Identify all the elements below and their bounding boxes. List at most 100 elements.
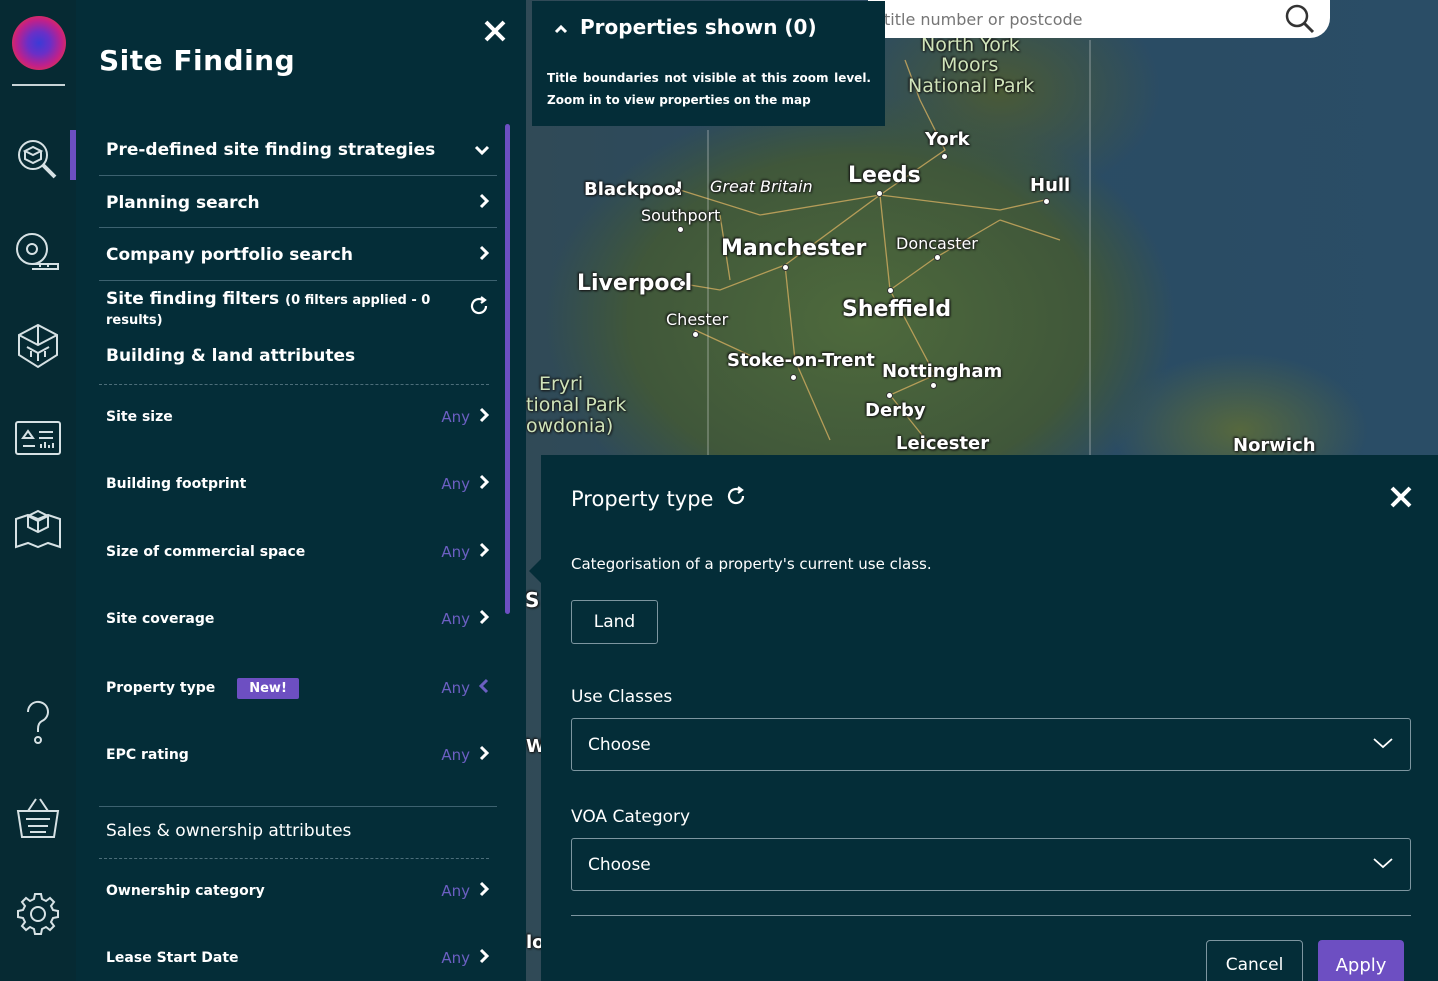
site-finding-nav[interactable] xyxy=(0,130,76,190)
divider xyxy=(12,84,65,86)
zoom-message: Title boundaries not visible at this zoo… xyxy=(547,71,871,107)
filter-value: Any xyxy=(441,610,470,628)
map-label: Leicester xyxy=(896,433,990,454)
divider xyxy=(571,915,1411,916)
scrollbar[interactable] xyxy=(505,124,510,614)
help-icon xyxy=(26,700,49,744)
map-label: tional Park xyxy=(526,394,627,416)
filter-site-size[interactable]: Site size Any xyxy=(106,404,490,430)
use-classes-select[interactable]: Choose xyxy=(571,718,1411,771)
tape-measure-icon xyxy=(16,233,59,270)
divider xyxy=(99,858,489,859)
chevron-right-icon xyxy=(478,245,490,265)
filter-value: Any xyxy=(441,949,470,967)
reset-filters-icon[interactable] xyxy=(468,295,490,321)
city-dot xyxy=(679,280,686,287)
building-nav[interactable] xyxy=(0,316,76,376)
filters-heading: Site finding filters xyxy=(106,288,280,309)
voa-category-select[interactable]: Choose xyxy=(571,838,1411,891)
close-panel-button[interactable] xyxy=(482,18,510,46)
chevron-right-icon xyxy=(478,193,490,213)
close-icon xyxy=(1390,486,1412,508)
apply-button[interactable]: Apply xyxy=(1318,940,1404,981)
city-dot xyxy=(677,226,684,233)
use-classes-label: Use Classes xyxy=(571,687,673,707)
properties-shown-panel: Properties shown (0) Title boundaries no… xyxy=(532,1,885,126)
nav-company-portfolio[interactable]: Company portfolio search xyxy=(99,238,497,272)
sales-section-header: Sales & ownership attributes xyxy=(99,814,497,848)
chevron-right-icon xyxy=(478,948,490,968)
dialog-title: Property type xyxy=(571,486,714,511)
logo[interactable] xyxy=(12,16,66,70)
settings-nav[interactable] xyxy=(0,884,76,944)
map-label: owdonia) xyxy=(526,415,614,437)
city-dot xyxy=(674,187,681,194)
filter-site-coverage[interactable]: Site coverage Any xyxy=(106,606,490,632)
map-label: S xyxy=(525,588,540,612)
nav-predefined-strategies[interactable]: Pre-defined site finding strategies xyxy=(99,133,497,167)
help-nav[interactable] xyxy=(0,692,76,752)
divider xyxy=(99,227,497,228)
filter-label: EPC rating xyxy=(106,747,189,763)
map-label: Derby xyxy=(865,400,926,421)
search-icon[interactable] xyxy=(1284,3,1316,39)
building-3d-icon xyxy=(18,323,58,369)
filter-commercial-space[interactable]: Size of commercial space Any xyxy=(106,539,490,565)
city-dot xyxy=(782,264,789,271)
close-icon xyxy=(484,20,506,42)
filter-value: Any xyxy=(441,475,470,493)
map-label: Southport xyxy=(641,206,721,225)
map-label: Chester xyxy=(666,310,729,329)
filter-label: Building footprint xyxy=(106,476,247,492)
map-label: Hull xyxy=(1030,175,1071,196)
section-label: Building & land attributes xyxy=(106,346,356,366)
properties-toggle[interactable]: Properties shown (0) xyxy=(554,15,817,39)
filter-epc-rating[interactable]: EPC rating Any xyxy=(106,742,490,768)
map-label: Great Britain xyxy=(710,177,813,196)
filter-value: Any xyxy=(441,746,470,764)
map-label: Leeds xyxy=(848,163,921,188)
gear-icon xyxy=(17,893,59,935)
filter-lease-start-date[interactable]: Lease Start Date Any xyxy=(106,945,490,971)
chevron-down-icon xyxy=(1372,855,1394,875)
chevron-right-icon xyxy=(478,745,490,765)
basket-nav[interactable] xyxy=(0,788,76,848)
city-dot xyxy=(886,392,893,399)
filter-value: Any xyxy=(441,408,470,426)
filter-value: Any xyxy=(441,679,470,697)
map-3d-icon xyxy=(15,509,61,549)
search-input[interactable] xyxy=(884,9,1274,29)
city-dot xyxy=(887,287,894,294)
close-dialog-button[interactable] xyxy=(1389,485,1413,513)
map-label: Eryri xyxy=(539,373,584,395)
filter-label: Lease Start Date xyxy=(106,950,239,966)
chevron-right-icon xyxy=(478,609,490,629)
report-nav[interactable] xyxy=(0,408,76,468)
filter-property-type[interactable]: Property type New! Any xyxy=(106,674,490,702)
chevron-left-icon xyxy=(478,678,490,698)
map-label: York xyxy=(925,129,970,150)
building-section-header: Building & land attributes xyxy=(99,339,497,373)
basket-icon xyxy=(16,798,60,838)
measure-nav[interactable] xyxy=(0,220,76,280)
new-badge: New! xyxy=(237,677,299,699)
filter-building-footprint[interactable]: Building footprint Any xyxy=(106,471,490,497)
filter-label: Property type xyxy=(106,680,216,696)
properties-title: Properties shown (0) xyxy=(580,15,817,39)
divider xyxy=(99,175,497,176)
nav-label: Company portfolio search xyxy=(106,245,353,265)
cancel-button[interactable]: Cancel xyxy=(1206,940,1303,981)
filter-value: Any xyxy=(441,882,470,900)
city-dot xyxy=(934,254,941,261)
land-chip[interactable]: Land xyxy=(571,600,658,644)
reset-icon[interactable] xyxy=(725,485,747,512)
filter-label: Ownership category xyxy=(106,883,265,899)
search-bar xyxy=(868,0,1330,38)
city-dot xyxy=(876,190,883,197)
filter-ownership-category[interactable]: Ownership category Any xyxy=(106,878,490,904)
map-label: Blackpool xyxy=(584,179,683,200)
nav-planning-search[interactable]: Planning search xyxy=(99,186,497,220)
map-nav[interactable] xyxy=(0,498,76,558)
section-label: Sales & ownership attributes xyxy=(106,821,352,841)
property-type-dialog: Property type Categorisation of a proper… xyxy=(529,455,1438,981)
